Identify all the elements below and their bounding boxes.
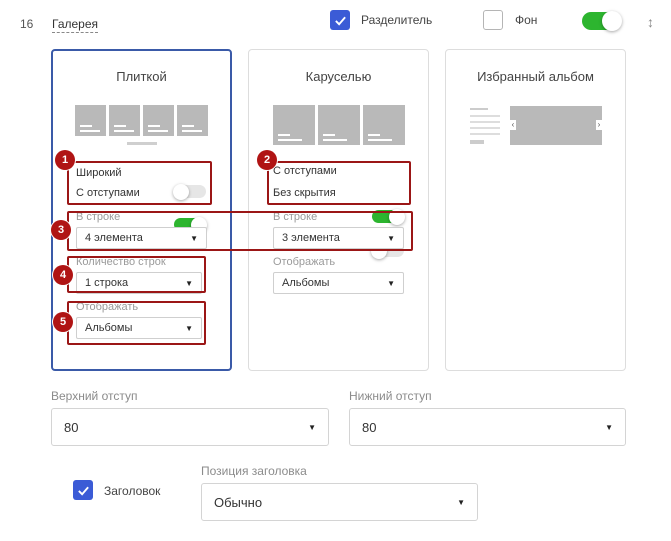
tiles-preview-icon (75, 105, 210, 145)
row-number: 16 (20, 17, 34, 31)
caret-down-icon: ▼ (308, 422, 316, 432)
annotation-box-5 (67, 301, 206, 345)
carousel-display-select[interactable]: Альбомы ▼ (273, 272, 404, 294)
carousel-display-value: Альбомы (282, 277, 330, 289)
annotation-badge-3: 3 (51, 220, 71, 240)
annotation-box-4 (67, 256, 206, 293)
background-checkbox[interactable] (483, 10, 503, 30)
divider-checkbox[interactable] (330, 10, 350, 30)
caret-down-icon: ▼ (457, 497, 465, 507)
checkmark-icon (77, 486, 89, 496)
top-margin-label: Верхний отступ (51, 389, 138, 403)
annotation-badge-5: 5 (53, 312, 73, 332)
annotation-box-2 (267, 161, 411, 205)
carousel-preview-icon (273, 105, 406, 145)
heading-position-select[interactable]: Обычно ▼ (201, 483, 478, 521)
annotation-badge-2: 2 (257, 150, 277, 170)
heading-checkbox[interactable] (73, 480, 93, 500)
top-margin-value: 80 (64, 419, 79, 435)
layout-card-featured-album[interactable] (445, 49, 626, 371)
featured-album-preview-icon: ‹ › (470, 106, 604, 146)
background-label: Фон (515, 13, 538, 27)
heading-position-value: Обычно (214, 494, 263, 510)
annotation-badge-1: 1 (55, 150, 75, 170)
heading-position-label: Позиция заголовка (201, 464, 307, 478)
annotation-box-1 (67, 161, 212, 205)
bottom-margin-value: 80 (362, 419, 377, 435)
bottom-margin-select[interactable]: 80 ▼ (349, 408, 626, 446)
top-margin-select[interactable]: 80 ▼ (51, 408, 329, 446)
annotation-box-3 (67, 211, 413, 251)
caret-down-icon: ▼ (605, 422, 613, 432)
section-title[interactable]: Галерея (52, 17, 99, 33)
card-title-carousel: Каруселью (305, 69, 372, 84)
bottom-margin-label: Нижний отступ (349, 389, 432, 403)
card-title-featured-album: Избранный альбом (477, 69, 594, 84)
heading-label: Заголовок (104, 484, 161, 498)
caret-down-icon: ▼ (387, 278, 395, 288)
card-title-tiles: Плиткой (116, 69, 167, 84)
annotation-badge-4: 4 (53, 265, 73, 285)
drag-handle-icon[interactable]: ↕ (647, 14, 654, 30)
carousel-display-label: Отображать (273, 256, 336, 268)
checkmark-icon (334, 16, 346, 26)
divider-label: Разделитель (361, 13, 433, 27)
block-enabled-toggle[interactable] (582, 11, 622, 31)
